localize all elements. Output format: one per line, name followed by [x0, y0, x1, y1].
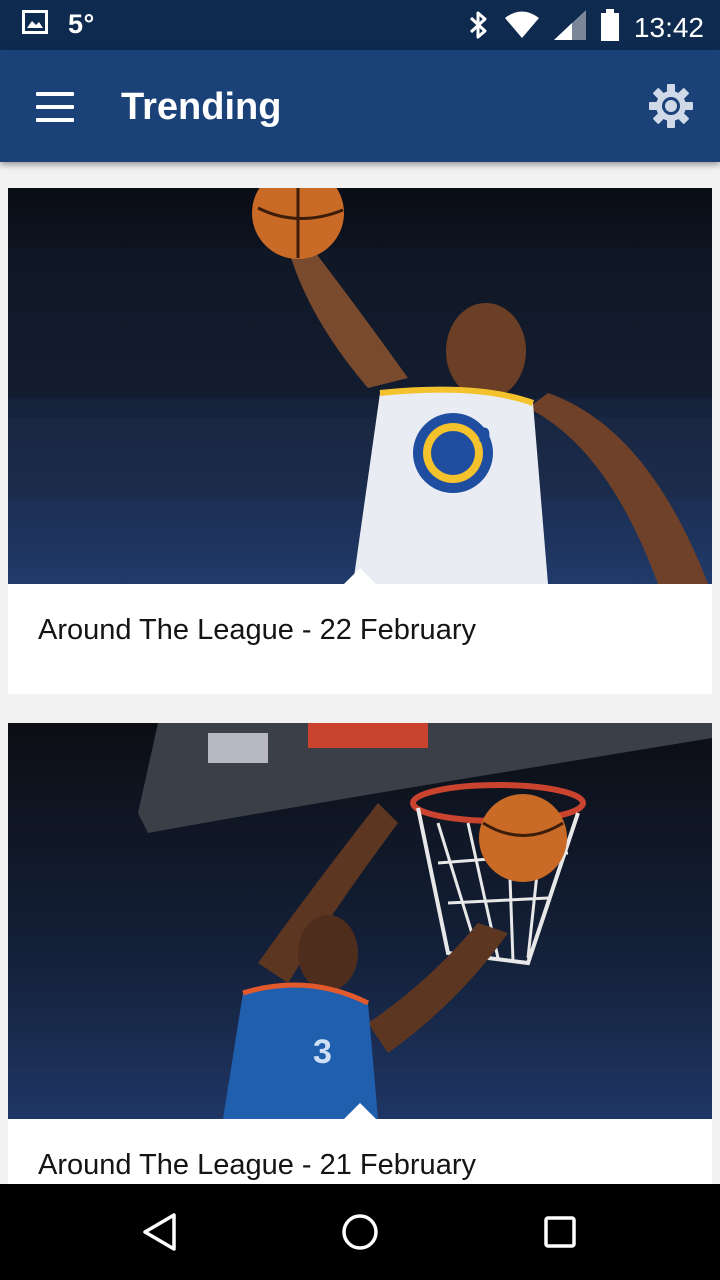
bluetooth-icon	[468, 9, 490, 46]
wifi-icon	[504, 11, 540, 44]
svg-text:3: 3	[313, 1033, 332, 1071]
trending-feed[interactable]: 9 Around The League - 22 February 3 Arou…	[0, 162, 720, 1184]
article-image: 3	[8, 723, 712, 1119]
status-bar: 5° 13:42	[0, 0, 720, 50]
article-card[interactable]: 9 Around The League - 22 February	[8, 188, 712, 694]
back-icon	[143, 1213, 176, 1251]
app-bar: Trending	[0, 50, 720, 162]
recents-button[interactable]	[538, 1210, 582, 1254]
gear-icon	[649, 84, 693, 128]
menu-button[interactable]	[36, 92, 76, 122]
hamburger-menu-icon-line	[36, 118, 74, 122]
article-title[interactable]: Around The League - 22 February	[38, 614, 476, 647]
hamburger-menu-icon-line	[36, 105, 74, 109]
card-pointer	[344, 1103, 376, 1119]
article-image: 9	[8, 188, 712, 584]
back-button[interactable]	[138, 1210, 182, 1254]
home-button[interactable]	[338, 1210, 382, 1254]
signal-icon	[553, 10, 586, 45]
card-pointer	[344, 568, 376, 584]
article-card[interactable]: 3 Around The League - 21 February	[8, 723, 712, 1184]
settings-button[interactable]	[648, 83, 694, 129]
hamburger-menu-icon	[36, 92, 74, 96]
home-icon	[342, 1214, 378, 1250]
clock-text: 13:42	[633, 11, 704, 43]
image-icon	[22, 10, 48, 39]
temperature-text: 5°	[68, 9, 95, 39]
article-title[interactable]: Around The League - 21 February	[38, 1149, 476, 1182]
battery-icon	[600, 9, 620, 46]
svg-text:9: 9	[478, 423, 490, 448]
page-title: Trending	[121, 86, 282, 128]
recents-icon	[544, 1216, 576, 1248]
navigation-bar	[0, 1184, 720, 1280]
